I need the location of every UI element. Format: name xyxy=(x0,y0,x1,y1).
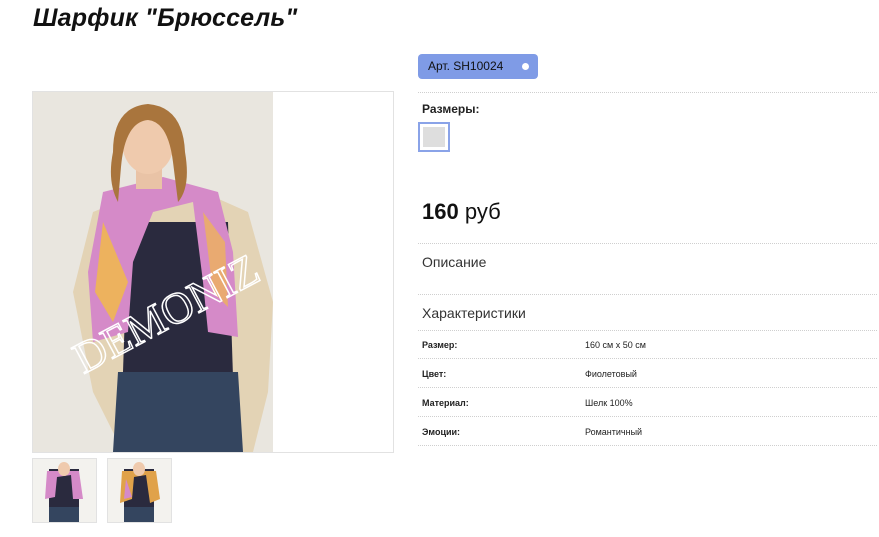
specs-tab[interactable]: Характеристики xyxy=(422,305,526,321)
divider xyxy=(418,358,877,359)
spec-value: Шелк 100% xyxy=(585,398,633,408)
description-tab[interactable]: Описание xyxy=(422,254,486,270)
thumbnail-2-image xyxy=(108,459,171,522)
size-swatch-fill xyxy=(423,127,445,147)
sku-dot-icon xyxy=(522,63,529,70)
divider xyxy=(418,294,877,295)
spec-value: Романтичный xyxy=(585,427,643,437)
price-currency: руб xyxy=(464,199,501,224)
size-swatch[interactable] xyxy=(418,122,450,152)
spec-value: Фиолетовый xyxy=(585,369,637,379)
spec-value: 160 см x 50 см xyxy=(585,340,646,350)
spec-label: Цвет: xyxy=(422,369,447,379)
price-amount: 160 xyxy=(422,199,459,224)
thumbnail-1-image xyxy=(33,459,96,522)
sizes-label: Размеры: xyxy=(422,102,480,116)
thumbnail-1[interactable] xyxy=(32,458,97,523)
divider xyxy=(418,387,877,388)
divider xyxy=(418,243,877,244)
price: 160 руб xyxy=(422,199,501,225)
sku-badge: Арт. SH10024 xyxy=(418,54,538,79)
spec-label: Размер: xyxy=(422,340,458,350)
thumbnail-2[interactable] xyxy=(107,458,172,523)
spec-label: Материал: xyxy=(422,398,469,408)
sku-text: Арт. SH10024 xyxy=(428,59,504,73)
divider xyxy=(418,416,877,417)
divider xyxy=(418,92,877,93)
divider xyxy=(418,330,877,331)
main-product-image[interactable]: DEMONIZ xyxy=(32,91,394,453)
spec-label: Эмоции: xyxy=(422,427,461,437)
product-photo-illustration: DEMONIZ xyxy=(33,92,393,452)
divider xyxy=(418,445,877,446)
product-title: Шарфик "Брюссель" xyxy=(33,4,298,32)
